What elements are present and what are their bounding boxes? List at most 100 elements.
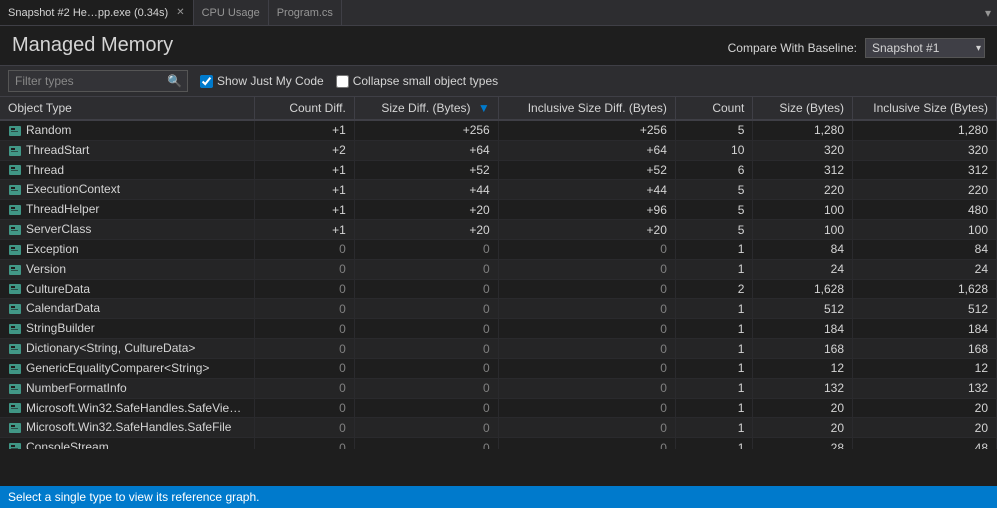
show-just-my-code-label: Show Just My Code bbox=[217, 74, 324, 88]
object-type-icon bbox=[8, 223, 22, 237]
table-row[interactable]: Dictionary<String, CultureData>000116816… bbox=[0, 339, 997, 359]
table-cell-type: ThreadHelper bbox=[0, 200, 255, 220]
table-row[interactable]: ExecutionContext+1+44+445220220 bbox=[0, 180, 997, 200]
table-row[interactable]: ServerClass+1+20+205100100 bbox=[0, 220, 997, 240]
table-cell-type: Dictionary<String, CultureData> bbox=[0, 339, 255, 359]
table-cell: +256 bbox=[354, 120, 498, 140]
table-cell: 0 bbox=[498, 339, 675, 359]
table-row[interactable]: Exception00018484 bbox=[0, 239, 997, 259]
table-cell-type: Thread bbox=[0, 160, 255, 180]
table-cell: 168 bbox=[853, 339, 997, 359]
table-cell: 312 bbox=[853, 160, 997, 180]
table-cell: 0 bbox=[498, 358, 675, 378]
col-header-size-diff[interactable]: Size Diff. (Bytes) ▼ bbox=[354, 97, 498, 120]
object-type-icon bbox=[8, 263, 22, 277]
table-cell: 0 bbox=[255, 358, 355, 378]
table-row[interactable]: StringBuilder0001184184 bbox=[0, 319, 997, 339]
object-type-icon bbox=[8, 124, 22, 138]
table-cell: 5 bbox=[675, 120, 753, 140]
object-type-name: Thread bbox=[26, 163, 64, 177]
table-row[interactable]: Microsoft.Win32.SafeHandles.SafeFile0001… bbox=[0, 418, 997, 438]
compare-wrapper: Snapshot #1 ▾ bbox=[865, 38, 985, 58]
object-type-name: GenericEqualityComparer<String> bbox=[26, 361, 209, 375]
tab-cpu-usage[interactable]: CPU Usage bbox=[194, 0, 269, 25]
filter-input[interactable] bbox=[8, 70, 188, 92]
status-text: Select a single type to view its referen… bbox=[8, 490, 259, 504]
table-cell: +1 bbox=[255, 200, 355, 220]
table-cell-type: Random bbox=[0, 120, 255, 140]
compare-label: Compare With Baseline: bbox=[728, 41, 857, 55]
table-cell: 0 bbox=[255, 398, 355, 418]
table-cell: 1 bbox=[675, 339, 753, 359]
table-row[interactable]: ThreadStart+2+64+6410320320 bbox=[0, 140, 997, 160]
object-type-name: ConsoleStream bbox=[26, 440, 109, 449]
collapse-small-checkbox-label[interactable]: Collapse small object types bbox=[336, 74, 498, 88]
table-cell: 100 bbox=[753, 200, 853, 220]
table-cell: 6 bbox=[675, 160, 753, 180]
table-cell: 1,280 bbox=[853, 120, 997, 140]
table-cell-type: GenericEqualityComparer<String> bbox=[0, 358, 255, 378]
data-table-wrapper[interactable]: Object Type Count Diff. Size Diff. (Byte… bbox=[0, 97, 997, 449]
table-cell: 24 bbox=[753, 259, 853, 279]
table-cell: 0 bbox=[498, 438, 675, 449]
table-cell: 168 bbox=[753, 339, 853, 359]
object-type-name: CalendarData bbox=[26, 301, 100, 315]
object-type-icon bbox=[8, 362, 22, 376]
object-type-icon bbox=[8, 282, 22, 296]
table-row[interactable]: Random+1+256+25651,2801,280 bbox=[0, 120, 997, 140]
table-cell-type: ConsoleStream bbox=[0, 438, 255, 449]
table-row[interactable]: Version00012424 bbox=[0, 259, 997, 279]
table-cell: 0 bbox=[354, 299, 498, 319]
object-type-name: ThreadStart bbox=[26, 143, 89, 157]
table-cell: 320 bbox=[753, 140, 853, 160]
table-cell: 20 bbox=[753, 418, 853, 438]
object-type-name: StringBuilder bbox=[26, 321, 95, 335]
table-cell: 0 bbox=[354, 319, 498, 339]
filter-input-wrapper: 🔍 bbox=[8, 70, 188, 92]
filter-row: 🔍 Show Just My Code Collapse small objec… bbox=[0, 66, 997, 97]
table-cell: 20 bbox=[853, 398, 997, 418]
table-cell-type: ServerClass bbox=[0, 220, 255, 240]
tab-program-cs[interactable]: Program.cs bbox=[269, 0, 342, 25]
table-row[interactable]: ConsoleStream00012848 bbox=[0, 438, 997, 449]
table-cell: 0 bbox=[354, 259, 498, 279]
table-cell: 28 bbox=[753, 438, 853, 449]
search-icon: 🔍 bbox=[167, 74, 182, 88]
table-cell: 0 bbox=[354, 279, 498, 299]
col-header-count-diff: Count Diff. bbox=[255, 97, 355, 120]
table-cell: +256 bbox=[498, 120, 675, 140]
table-cell: +1 bbox=[255, 180, 355, 200]
table-cell-type: ThreadStart bbox=[0, 140, 255, 160]
table-cell: 0 bbox=[498, 378, 675, 398]
table-cell: 184 bbox=[753, 319, 853, 339]
show-just-my-code-checkbox[interactable] bbox=[200, 75, 213, 88]
collapse-small-checkbox[interactable] bbox=[336, 75, 349, 88]
table-cell: 132 bbox=[853, 378, 997, 398]
tab-program-cs-label: Program.cs bbox=[277, 7, 333, 19]
table-row[interactable]: ThreadHelper+1+20+965100480 bbox=[0, 200, 997, 220]
tab-snapshot2[interactable]: Snapshot #2 He…pp.exe (0.34s) ✕ bbox=[0, 0, 194, 25]
table-row[interactable]: CultureData00021,6281,628 bbox=[0, 279, 997, 299]
table-cell: 20 bbox=[753, 398, 853, 418]
table-row[interactable]: NumberFormatInfo0001132132 bbox=[0, 378, 997, 398]
show-just-my-code-checkbox-label[interactable]: Show Just My Code bbox=[200, 74, 324, 88]
table-cell: 0 bbox=[354, 239, 498, 259]
table-row[interactable]: Thread+1+52+526312312 bbox=[0, 160, 997, 180]
table-cell: 0 bbox=[255, 319, 355, 339]
table-cell: 1 bbox=[675, 259, 753, 279]
tab-snapshot2-label: Snapshot #2 He…pp.exe (0.34s) bbox=[8, 7, 168, 19]
table-row[interactable]: CalendarData0001512512 bbox=[0, 299, 997, 319]
table-row[interactable]: Microsoft.Win32.SafeHandles.SafeVie…0001… bbox=[0, 398, 997, 418]
tab-dropdown-button[interactable]: ▾ bbox=[979, 0, 997, 25]
table-cell: +44 bbox=[354, 180, 498, 200]
close-icon[interactable]: ✕ bbox=[176, 7, 184, 18]
compare-select[interactable]: Snapshot #1 bbox=[865, 38, 985, 58]
table-cell-type: StringBuilder bbox=[0, 319, 255, 339]
table-cell: 10 bbox=[675, 140, 753, 160]
object-type-icon bbox=[8, 183, 22, 197]
table-cell: 0 bbox=[255, 418, 355, 438]
table-cell: 5 bbox=[675, 220, 753, 240]
tab-bar: Snapshot #2 He…pp.exe (0.34s) ✕ CPU Usag… bbox=[0, 0, 997, 26]
table-row[interactable]: GenericEqualityComparer<String>00011212 bbox=[0, 358, 997, 378]
table-cell: 0 bbox=[498, 398, 675, 418]
